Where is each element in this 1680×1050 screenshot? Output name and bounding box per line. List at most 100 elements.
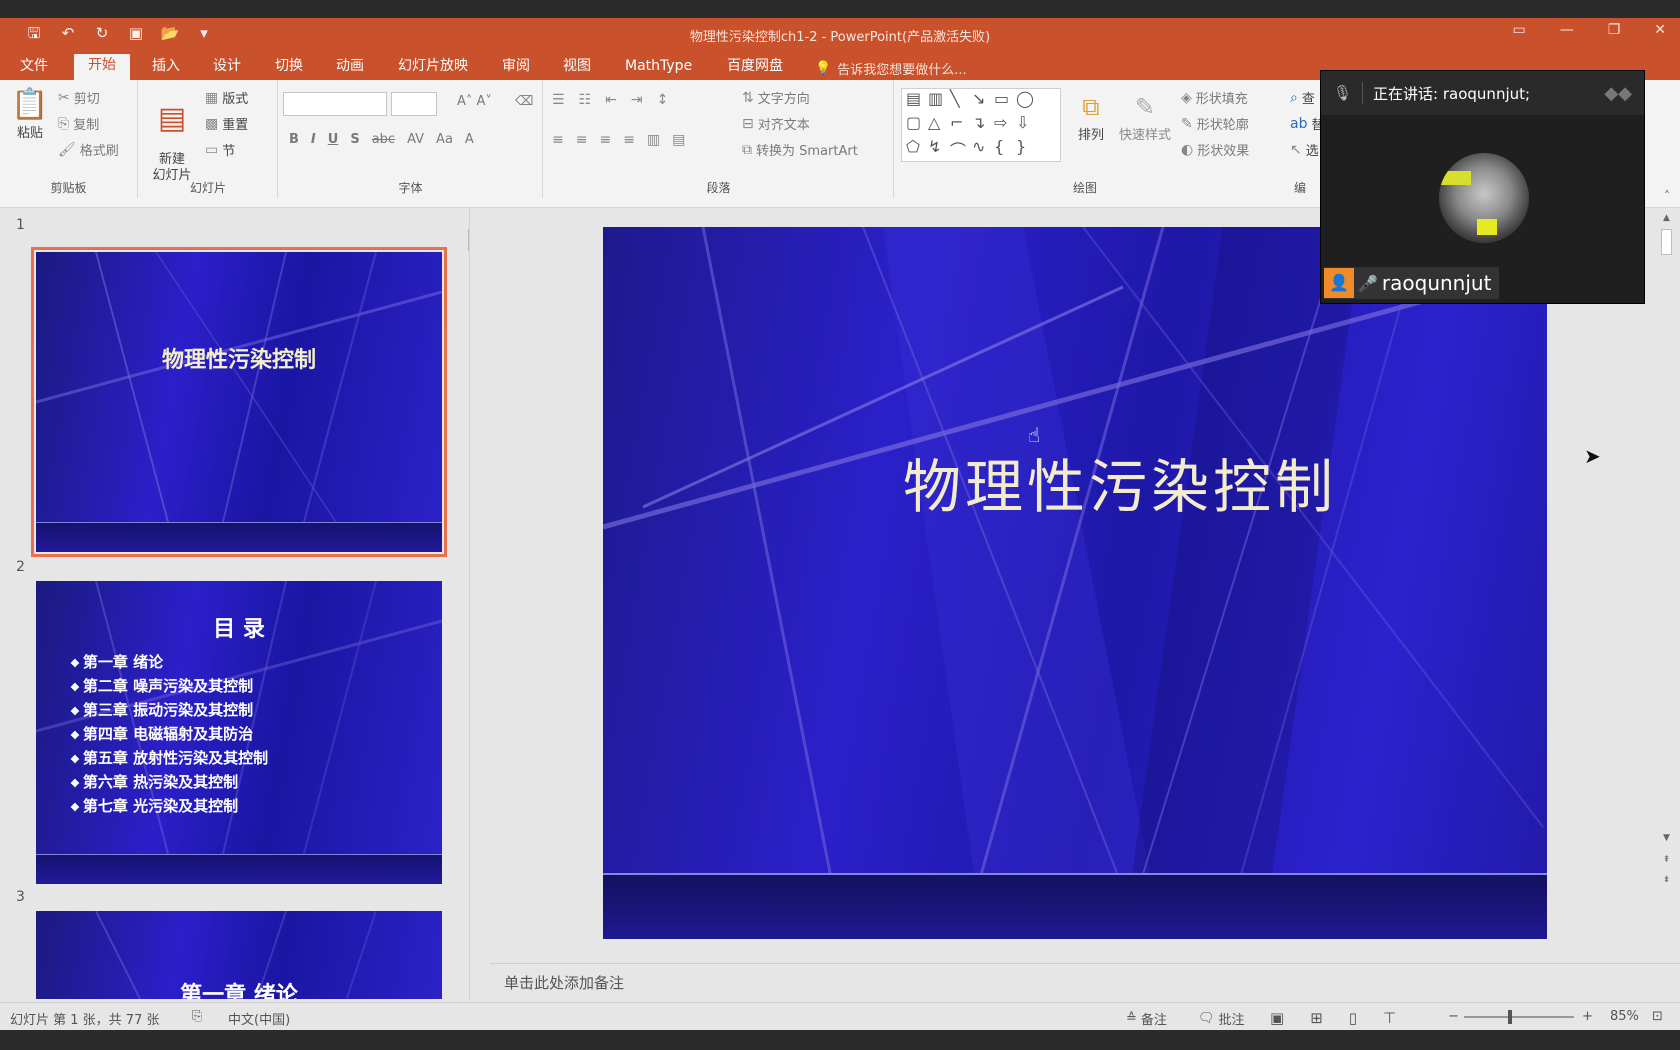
- grow-shrink-font[interactable]: A˄ A˅: [457, 94, 492, 109]
- italic-icon[interactable]: I: [311, 132, 316, 147]
- new-slide-button[interactable]: ▤ 新建 幻灯片: [149, 86, 195, 184]
- tab-slideshow[interactable]: 幻灯片放映: [384, 55, 482, 80]
- tab-home[interactable]: 开始: [74, 54, 130, 80]
- scroll-down-icon[interactable]: ▼: [1658, 833, 1675, 843]
- tab-design[interactable]: 设计: [199, 55, 255, 80]
- select-button[interactable]: ↖ 选: [1290, 140, 1319, 160]
- triangle-shape-icon[interactable]: △: [928, 113, 950, 137]
- tell-me-box[interactable]: 💡 告诉我您想要做什么...: [815, 59, 967, 78]
- arrow-line-icon[interactable]: ↘: [972, 89, 994, 113]
- textbox-shape-icon[interactable]: ▤: [906, 89, 928, 113]
- find-button[interactable]: ⌕ 查: [1290, 88, 1315, 108]
- shadow-icon[interactable]: S: [350, 132, 359, 147]
- thumbnail-slide-1[interactable]: 物理性污染控制: [31, 247, 447, 557]
- tab-mathtype[interactable]: MathType: [611, 55, 706, 80]
- main-scrollbar[interactable]: ▲ ▼ ⇞ ⇟: [1658, 213, 1675, 903]
- columns-icon[interactable]: ▤: [672, 132, 685, 148]
- font-name-input[interactable]: [283, 92, 387, 116]
- thumbnail-slide-3[interactable]: 第一章 绪论: [36, 911, 442, 999]
- zoom-slider[interactable]: [1464, 1016, 1574, 1018]
- shape-fill-button[interactable]: ◈ 形状填充: [1181, 88, 1248, 108]
- justify-icon[interactable]: ≡: [623, 132, 635, 148]
- rounded-rect-icon[interactable]: ▢: [906, 113, 928, 137]
- line-shape-icon[interactable]: ╲: [950, 89, 972, 113]
- connector-icon[interactable]: ⌐: [950, 113, 972, 137]
- quick-styles-button[interactable]: ✎ 快速样式: [1115, 90, 1175, 143]
- previous-slide-icon[interactable]: ⇞: [1658, 855, 1675, 865]
- tab-animations[interactable]: 动画: [322, 55, 378, 80]
- scribble-icon[interactable]: ↯: [928, 137, 950, 161]
- arrange-button[interactable]: ⧉ 排列: [1071, 90, 1111, 143]
- normal-view-icon[interactable]: ▣: [1270, 1009, 1284, 1027]
- current-slide[interactable]: 物理性污染控制 ☝: [603, 227, 1547, 939]
- tab-insert[interactable]: 插入: [138, 55, 194, 80]
- thumbnail-scrollbar[interactable]: ▲ ▼: [465, 213, 469, 998]
- mic-muted-icon[interactable]: 🎙: [1333, 84, 1352, 102]
- slide-title[interactable]: 物理性污染控制: [603, 440, 1547, 524]
- scroll-up-icon[interactable]: ▲: [1658, 213, 1675, 223]
- zoom-in-icon[interactable]: +: [1582, 1009, 1593, 1024]
- text-direction-button[interactable]: ⇅ 文字方向: [742, 88, 810, 108]
- change-case-icon[interactable]: Aa: [436, 132, 453, 147]
- align-center-icon[interactable]: ≡: [576, 132, 588, 148]
- reading-view-icon[interactable]: ▯: [1349, 1009, 1357, 1027]
- font-size-input[interactable]: [391, 92, 437, 116]
- fit-to-window-icon[interactable]: ⊡: [1652, 1009, 1663, 1024]
- scroll-down-icon[interactable]: ▼: [465, 986, 469, 996]
- line-spacing-icon[interactable]: ↕: [657, 92, 669, 108]
- zoom-out-icon[interactable]: −: [1448, 1009, 1459, 1024]
- oval-shape-icon[interactable]: ◯: [1016, 89, 1038, 113]
- vertical-textbox-icon[interactable]: ▥: [928, 89, 950, 113]
- close-icon[interactable]: ✕: [1654, 22, 1666, 38]
- strikethrough-icon[interactable]: abc: [372, 132, 395, 147]
- smartart-button[interactable]: ⧉ 转换为 SmartArt: [742, 140, 858, 160]
- freeform-icon[interactable]: ⬠: [906, 137, 928, 161]
- language-indicator[interactable]: 中文(中国): [228, 1009, 290, 1028]
- elbow-arrow-icon[interactable]: ↴: [972, 113, 994, 137]
- font-color-icon[interactable]: A: [465, 132, 474, 147]
- reset-button[interactable]: ▩ 重置: [205, 114, 248, 134]
- shape-effects-button[interactable]: ◐ 形状效果: [1181, 140, 1249, 160]
- align-right-icon[interactable]: ≡: [599, 132, 611, 148]
- align-text-button[interactable]: ⊟ 对齐文本: [742, 114, 810, 134]
- increase-indent-icon[interactable]: ⇥: [631, 92, 643, 108]
- scroll-thumb[interactable]: [468, 229, 469, 251]
- thumbnail-slide-2[interactable]: 目 录 第一章 绪论 第二章 噪声污染及其控制 第三章 振动污染及其控制 第四章…: [36, 581, 442, 884]
- paste-button[interactable]: 📋 粘贴: [10, 88, 50, 142]
- collapse-ribbon-icon[interactable]: ˄: [1664, 189, 1670, 203]
- shape-outline-button[interactable]: ✎ 形状轮廓: [1181, 114, 1249, 134]
- copy-button[interactable]: ⎘ 复制: [58, 114, 99, 134]
- arc-icon[interactable]: ⌒: [950, 137, 972, 161]
- notes-pane[interactable]: 单击此处添加备注: [490, 963, 1680, 997]
- zoom-slider-thumb[interactable]: [1508, 1010, 1512, 1024]
- meeting-video-overlay[interactable]: 🎙 正在讲话: raoqunnjut; ◆◆ 👤 🎤 raoqunnjut: [1320, 70, 1645, 304]
- scroll-thumb[interactable]: [1661, 229, 1672, 255]
- right-brace-icon[interactable]: }: [1016, 137, 1038, 161]
- distribute-icon[interactable]: ▥: [647, 132, 660, 148]
- scroll-up-icon[interactable]: ▲: [465, 213, 469, 223]
- next-slide-icon[interactable]: ⇟: [1658, 875, 1675, 885]
- right-arrow-shape-icon[interactable]: ⇨: [994, 113, 1016, 137]
- rectangle-shape-icon[interactable]: ▭: [994, 89, 1016, 113]
- slideshow-view-icon[interactable]: ⊤: [1383, 1009, 1396, 1027]
- comments-toggle-button[interactable]: 🗨 批注: [1198, 1009, 1245, 1028]
- decrease-indent-icon[interactable]: ⇤: [605, 92, 617, 108]
- down-arrow-shape-icon[interactable]: ⇩: [1016, 113, 1038, 137]
- zoom-level[interactable]: 85%: [1610, 1009, 1639, 1024]
- section-button[interactable]: ▭ 节: [205, 140, 235, 160]
- minimize-icon[interactable]: —: [1560, 22, 1574, 38]
- layout-button[interactable]: ▦ 版式: [205, 88, 248, 108]
- numbering-icon[interactable]: ☷: [579, 92, 592, 108]
- curve-icon[interactable]: ∿: [972, 137, 994, 161]
- tab-review[interactable]: 审阅: [488, 55, 544, 80]
- underline-icon[interactable]: U: [328, 132, 339, 147]
- char-spacing-icon[interactable]: AV: [407, 132, 424, 147]
- shapes-gallery[interactable]: ▤ ▥ ╲ ↘ ▭ ◯ ▢ △ ⌐ ↴ ⇨ ⇩ ⬠ ↯ ⌒ ∿{}: [901, 88, 1061, 162]
- bullets-icon[interactable]: ☰: [552, 92, 565, 108]
- spelling-check-icon[interactable]: ⎘: [192, 1009, 202, 1024]
- tab-baidu-netdisk[interactable]: 百度网盘: [713, 55, 797, 80]
- restore-icon[interactable]: ❐: [1608, 22, 1621, 38]
- cut-button[interactable]: ✂ 剪切: [58, 88, 100, 108]
- align-left-icon[interactable]: ≡: [552, 132, 564, 148]
- bold-icon[interactable]: B: [289, 132, 299, 147]
